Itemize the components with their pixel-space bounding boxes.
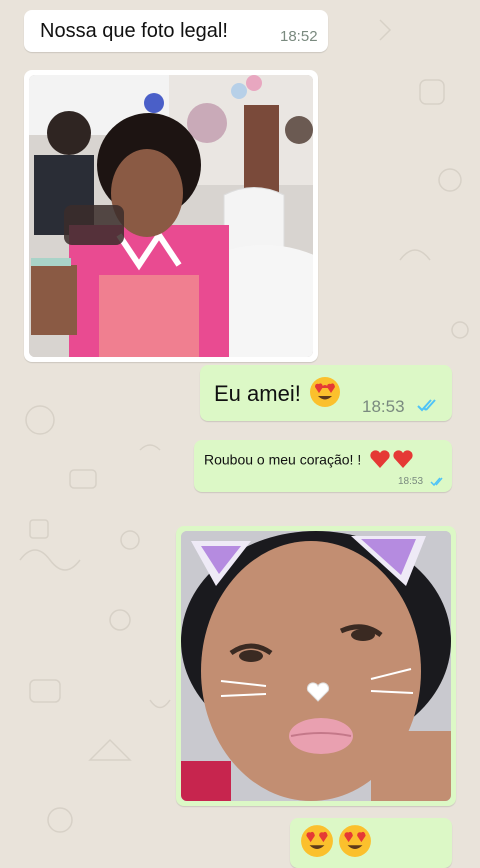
message-time: 18:53 <box>398 476 424 487</box>
heart-eyes-emoji-icon <box>338 824 372 858</box>
message-time: 18:52 <box>280 28 318 45</box>
message-text: Eu amei! <box>214 376 341 411</box>
read-receipt-icon <box>430 477 443 487</box>
message-text-content: Eu amei! <box>214 380 301 406</box>
message-time: 18:53 <box>362 397 405 416</box>
party-photo[interactable] <box>29 75 313 357</box>
heart-eyes-emoji-icon <box>300 824 334 858</box>
message-text: Roubou o meu coração! ! <box>204 450 415 472</box>
two-hearts-emoji-icon <box>369 448 415 470</box>
party-photo-illustration <box>29 75 313 357</box>
outgoing-emoji-bubble[interactable] <box>290 818 452 868</box>
heart-eyes-emoji-icon <box>309 376 341 408</box>
outgoing-message-bubble[interactable]: Roubou o meu coração! ! 18:53 <box>194 440 452 492</box>
read-receipt-icon <box>417 399 436 412</box>
outgoing-photo-bubble[interactable] <box>176 526 456 806</box>
incoming-photo-bubble[interactable] <box>24 70 318 362</box>
message-text: Nossa que foto legal! <box>40 20 228 42</box>
incoming-message-bubble[interactable]: Nossa que foto legal! 18:52 <box>24 10 328 52</box>
selfie-photo[interactable] <box>181 531 451 801</box>
message-text-content: Roubou o meu coração! ! <box>204 451 362 468</box>
outgoing-message-bubble[interactable]: Eu amei! 18:53 <box>200 365 452 421</box>
selfie-photo-illustration <box>181 531 451 801</box>
